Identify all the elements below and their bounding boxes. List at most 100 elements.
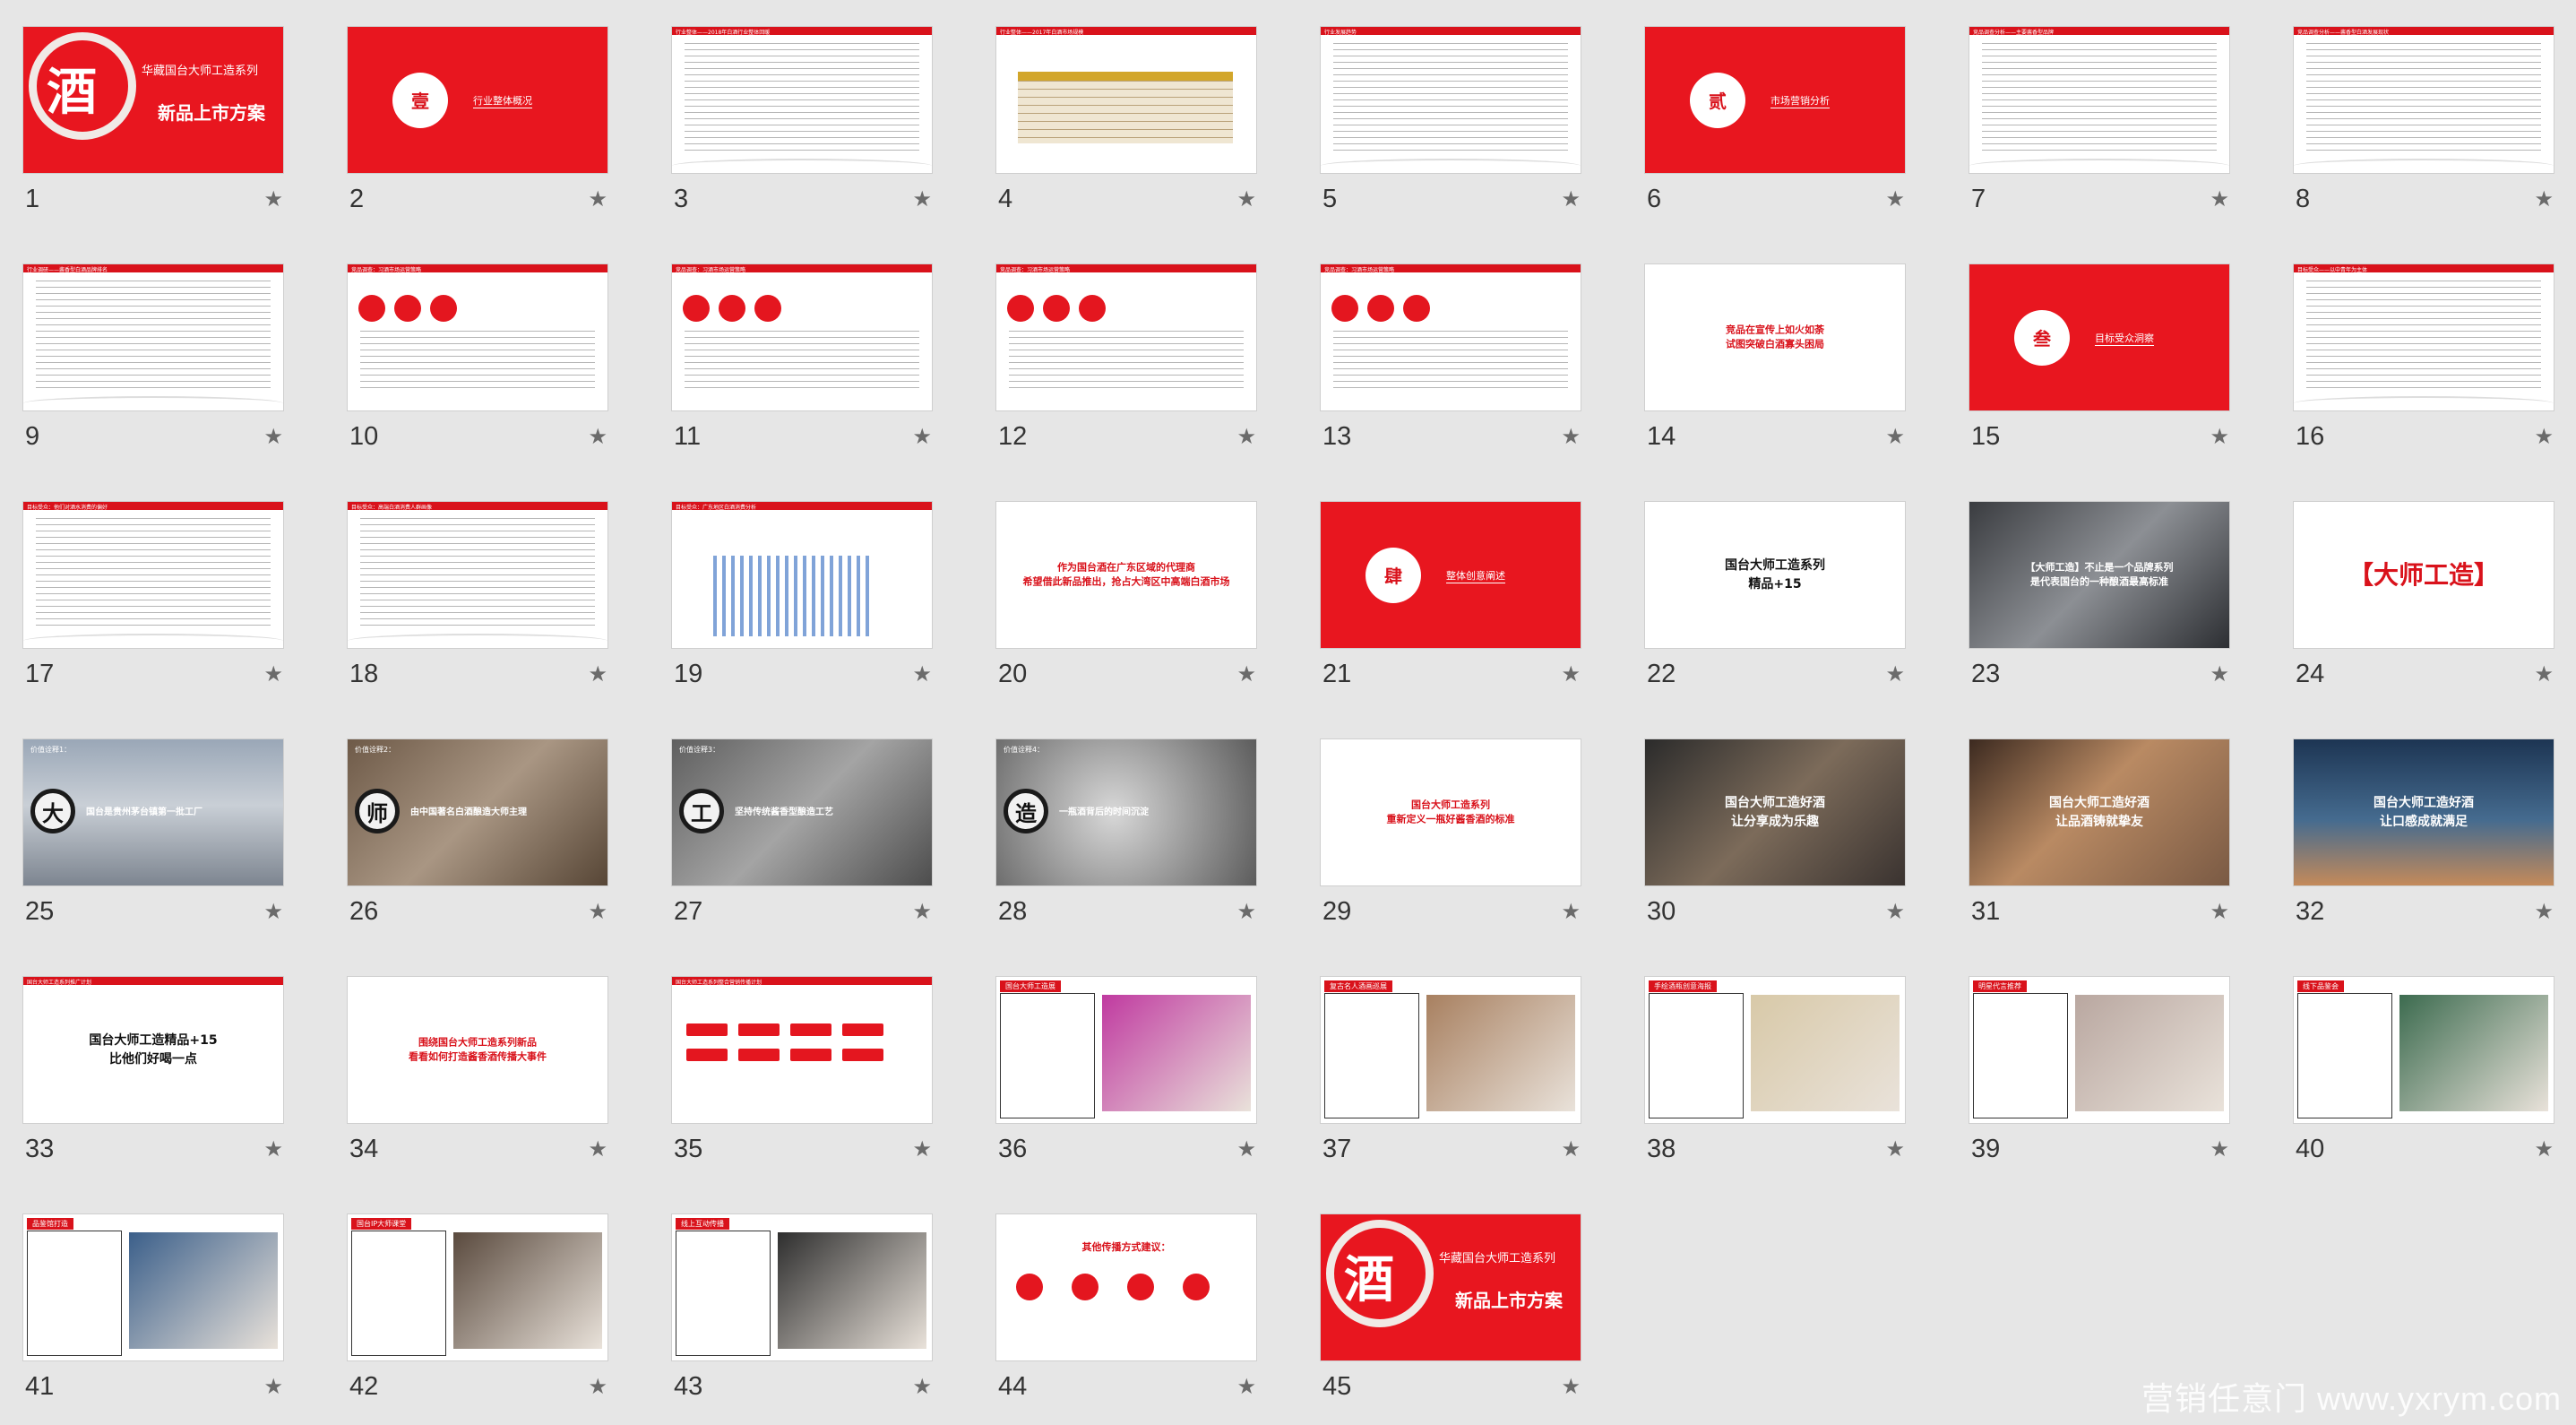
- slide-item[interactable]: 竞品调查分析——主要酱香型品牌 7 ★: [1969, 27, 2229, 264]
- slide-item[interactable]: 国台大师工造系列 重新定义一瓶好酱香酒的标准 29 ★: [1321, 739, 1581, 977]
- star-icon[interactable]: ★: [588, 663, 607, 685]
- slide-thumbnail[interactable]: 明星代言推荐: [1969, 977, 2229, 1123]
- slide-thumbnail[interactable]: 肆 整体创意阐述: [1321, 502, 1581, 648]
- slide-thumbnail[interactable]: 其他传播方式建议：: [996, 1214, 1256, 1360]
- slide-item[interactable]: 行业调研——酱香型白酒品牌排名 9 ★: [23, 264, 283, 502]
- slide-thumbnail[interactable]: 线下品鉴会: [2294, 977, 2554, 1123]
- star-icon[interactable]: ★: [1236, 901, 1256, 922]
- slide-thumbnail[interactable]: 线上互动传播: [672, 1214, 932, 1360]
- star-icon[interactable]: ★: [263, 663, 283, 685]
- slide-thumbnail[interactable]: 品鉴馆打造: [23, 1214, 283, 1360]
- slide-thumbnail[interactable]: 国台IP大师课堂: [348, 1214, 607, 1360]
- star-icon[interactable]: ★: [1561, 426, 1581, 447]
- slide-item[interactable]: 国台大师工造好酒 让口感成就满足 32 ★: [2294, 739, 2554, 977]
- star-icon[interactable]: ★: [263, 901, 283, 922]
- star-icon[interactable]: ★: [1561, 1138, 1581, 1160]
- star-icon[interactable]: ★: [1236, 1138, 1256, 1160]
- slide-item[interactable]: 【大师工造】 24 ★: [2294, 502, 2554, 739]
- slide-thumbnail[interactable]: 叁 目标受众洞察: [1969, 264, 2229, 410]
- slide-item[interactable]: 竞品调查：习酒市场运营策略 11 ★: [672, 264, 932, 502]
- star-icon[interactable]: ★: [1885, 663, 1905, 685]
- slide-thumbnail[interactable]: 国台大师工造好酒 让分享成为乐趣: [1645, 739, 1905, 885]
- slide-thumbnail[interactable]: 竞品调查：习酒市场运营策略: [672, 264, 932, 410]
- slide-item[interactable]: 目标受众：广东地区白酒消费分析 19 ★: [672, 502, 932, 739]
- slide-thumbnail[interactable]: 酒 华藏国台大师工造系列 新品上市方案: [1321, 1214, 1581, 1360]
- slide-thumbnail[interactable]: 国台大师工造系列推广计划 国台大师工造精品+15 比他们好喝一点: [23, 977, 283, 1123]
- star-icon[interactable]: ★: [2210, 188, 2229, 210]
- slide-item[interactable]: 肆 整体创意阐述 21 ★: [1321, 502, 1581, 739]
- slide-item[interactable]: 酒 华藏国台大师工造系列 新品上市方案 1 ★: [23, 27, 283, 264]
- slide-item[interactable]: 国台大师工造系列推广计划 国台大师工造精品+15 比他们好喝一点 33 ★: [23, 977, 283, 1214]
- slide-thumbnail[interactable]: 围绕国台大师工造系列新品 看看如何打造酱香酒传播大事件: [348, 977, 607, 1123]
- slide-thumbnail[interactable]: 价值诠释1： 大 国台是贵州茅台镇第一批工厂: [23, 739, 283, 885]
- slide-thumbnail[interactable]: 目标受众：他们对酒水消费的偏好: [23, 502, 283, 648]
- slide-item[interactable]: 国台大师工造展 36 ★: [996, 977, 1256, 1214]
- slide-thumbnail[interactable]: 竞品调查：习酒市场运营策略: [348, 264, 607, 410]
- slide-item[interactable]: 围绕国台大师工造系列新品 看看如何打造酱香酒传播大事件 34 ★: [348, 977, 607, 1214]
- slide-thumbnail[interactable]: 手绘酒瓶创意海报: [1645, 977, 1905, 1123]
- slide-item[interactable]: 线下品鉴会 40 ★: [2294, 977, 2554, 1214]
- star-icon[interactable]: ★: [1561, 188, 1581, 210]
- star-icon[interactable]: ★: [588, 426, 607, 447]
- slide-item[interactable]: 明星代言推荐 39 ★: [1969, 977, 2229, 1214]
- slide-item[interactable]: 复古名人酒画巡展 37 ★: [1321, 977, 1581, 1214]
- slide-thumbnail[interactable]: 壹 行业整体概况: [348, 27, 607, 173]
- star-icon[interactable]: ★: [588, 188, 607, 210]
- star-icon[interactable]: ★: [912, 1376, 932, 1397]
- slide-item[interactable]: 手绘酒瓶创意海报 38 ★: [1645, 977, 1905, 1214]
- slide-thumbnail[interactable]: 【大师工造】不止是一个品牌系列 是代表国台的一种酿酒最高标准: [1969, 502, 2229, 648]
- slide-item[interactable]: 价值诠释1： 大 国台是贵州茅台镇第一批工厂 25 ★: [23, 739, 283, 977]
- slide-item[interactable]: 叁 目标受众洞察 15 ★: [1969, 264, 2229, 502]
- slide-item[interactable]: 【大师工造】不止是一个品牌系列 是代表国台的一种酿酒最高标准 23 ★: [1969, 502, 2229, 739]
- slide-item[interactable]: 行业整体——2018年白酒行业整体回暖 3 ★: [672, 27, 932, 264]
- star-icon[interactable]: ★: [263, 1376, 283, 1397]
- slide-item[interactable]: 行业整体——2017年白酒市场规模 4 ★: [996, 27, 1256, 264]
- slide-item[interactable]: 品鉴馆打造 41 ★: [23, 1214, 283, 1425]
- star-icon[interactable]: ★: [1885, 901, 1905, 922]
- slide-thumbnail[interactable]: 竞品调查分析——酱香型白酒发展现状: [2294, 27, 2554, 173]
- slide-item[interactable]: 作为国台酒在广东区域的代理商 希望借此新品推出，抢占大湾区中高端白酒市场 20 ★: [996, 502, 1256, 739]
- slide-thumbnail[interactable]: 国台大师工造系列 重新定义一瓶好酱香酒的标准: [1321, 739, 1581, 885]
- slide-thumbnail[interactable]: 目标受众——以中青年为主体: [2294, 264, 2554, 410]
- slide-item[interactable]: 价值诠释3： 工 坚持传统酱香型酿造工艺 27 ★: [672, 739, 932, 977]
- star-icon[interactable]: ★: [1885, 426, 1905, 447]
- slide-thumbnail[interactable]: 国台大师工造展: [996, 977, 1256, 1123]
- slide-item[interactable]: 贰 市场营销分析 6 ★: [1645, 27, 1905, 264]
- star-icon[interactable]: ★: [2210, 663, 2229, 685]
- slide-thumbnail[interactable]: 行业调研——酱香型白酒品牌排名: [23, 264, 283, 410]
- slide-item[interactable]: 壹 行业整体概况 2 ★: [348, 27, 607, 264]
- slide-item[interactable]: 国台大师工造好酒 让品酒铸就挚友 31 ★: [1969, 739, 2229, 977]
- star-icon[interactable]: ★: [2210, 1138, 2229, 1160]
- slide-item[interactable]: 国台大师工造好酒 让分享成为乐趣 30 ★: [1645, 739, 1905, 977]
- slide-thumbnail[interactable]: 行业整体——2018年白酒行业整体回暖: [672, 27, 932, 173]
- star-icon[interactable]: ★: [912, 426, 932, 447]
- slide-item[interactable]: 价值诠释4： 造 一瓶酒背后的时间沉淀 28 ★: [996, 739, 1256, 977]
- slide-thumbnail[interactable]: 价值诠释3： 工 坚持传统酱香型酿造工艺: [672, 739, 932, 885]
- slide-thumbnail[interactable]: 作为国台酒在广东区域的代理商 希望借此新品推出，抢占大湾区中高端白酒市场: [996, 502, 1256, 648]
- slide-item[interactable]: 酒 华藏国台大师工造系列 新品上市方案 45 ★: [1321, 1214, 1581, 1425]
- slide-item[interactable]: 竞品调查：习酒市场运营策略 10 ★: [348, 264, 607, 502]
- slide-thumbnail[interactable]: 价值诠释4： 造 一瓶酒背后的时间沉淀: [996, 739, 1256, 885]
- slide-thumbnail[interactable]: 复古名人酒画巡展: [1321, 977, 1581, 1123]
- star-icon[interactable]: ★: [1885, 1138, 1905, 1160]
- slide-thumbnail[interactable]: 目标受众：广东地区白酒消费分析: [672, 502, 932, 648]
- slide-item[interactable]: 竞品调查：习酒市场运营策略 13 ★: [1321, 264, 1581, 502]
- star-icon[interactable]: ★: [912, 188, 932, 210]
- slide-item[interactable]: 价值诠释2： 师 由中国著名白酒酿造大师主理 26 ★: [348, 739, 607, 977]
- slide-thumbnail[interactable]: 贰 市场营销分析: [1645, 27, 1905, 173]
- slide-thumbnail[interactable]: 国台大师工造系列整合营销传播计划: [672, 977, 932, 1123]
- slide-thumbnail[interactable]: 国台大师工造好酒 让口感成就满足: [2294, 739, 2554, 885]
- slide-thumbnail[interactable]: 竞品调查：习酒市场运营策略: [1321, 264, 1581, 410]
- slide-item[interactable]: 目标受众：高端白酒消费人群画像 18 ★: [348, 502, 607, 739]
- star-icon[interactable]: ★: [1561, 1376, 1581, 1397]
- star-icon[interactable]: ★: [2534, 188, 2554, 210]
- slide-thumbnail[interactable]: 竞品调查：习酒市场运营策略: [996, 264, 1256, 410]
- slide-thumbnail[interactable]: 竞品调查分析——主要酱香型品牌: [1969, 27, 2229, 173]
- star-icon[interactable]: ★: [912, 663, 932, 685]
- slide-thumbnail[interactable]: 目标受众：高端白酒消费人群画像: [348, 502, 607, 648]
- star-icon[interactable]: ★: [1561, 901, 1581, 922]
- slide-item[interactable]: 国台大师工造系列 精品+15 22 ★: [1645, 502, 1905, 739]
- slide-thumbnail[interactable]: 价值诠释2： 师 由中国著名白酒酿造大师主理: [348, 739, 607, 885]
- slide-item[interactable]: 竞品调查分析——酱香型白酒发展现状 8 ★: [2294, 27, 2554, 264]
- slide-item[interactable]: 线上互动传播 43 ★: [672, 1214, 932, 1425]
